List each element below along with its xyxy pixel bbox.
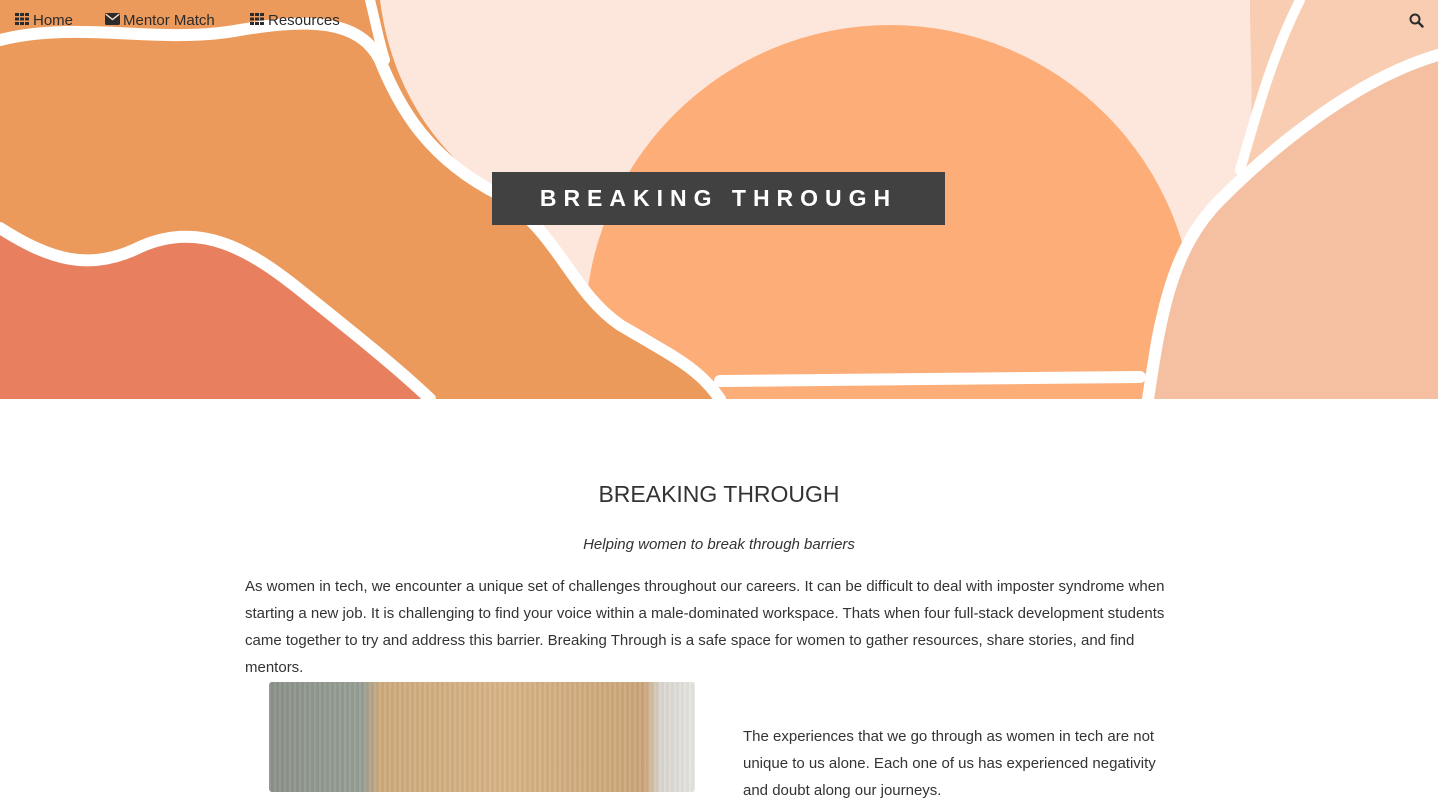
page-title: BREAKING THROUGH [598,481,840,507]
hero-title-banner: BREAKING THROUGH [492,172,945,225]
hero-banner: Home Mentor Match Resources BREAKING THR… [0,0,1438,399]
nav-item-label: Resources [268,12,340,29]
photo-texture [269,682,695,792]
nav-item-resources[interactable]: Resources [250,12,340,29]
nav-item-label: Home [33,12,74,29]
top-nav: Home Mentor Match Resources [0,0,1438,40]
intro-paragraph: As women in tech, we encounter a unique … [245,578,1165,676]
experiences-paragraph: The experiences that we go through as wo… [743,728,1156,799]
sweater-photo [269,682,695,792]
nav-item-home[interactable]: Home [15,12,73,29]
search-icon[interactable] [1409,13,1424,33]
nav-item-label: Mentor Match [123,12,215,29]
envelope-icon [105,12,120,29]
page-subtitle: Helping women to break through barriers [583,536,855,553]
grid-icon [15,12,30,29]
grid-icon [250,12,265,29]
nav-item-mentor-match[interactable]: Mentor Match [105,12,215,29]
